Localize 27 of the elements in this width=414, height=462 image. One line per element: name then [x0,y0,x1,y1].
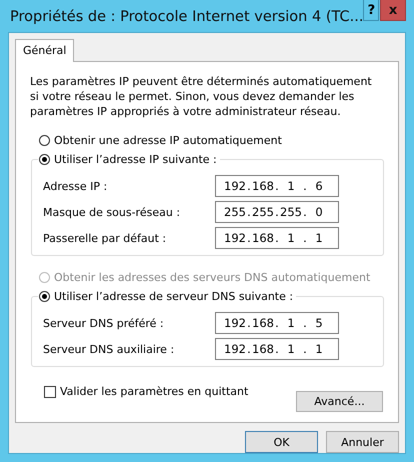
checkbox-label: Valider les paramètres en quittant [60,385,248,398]
field-label: Passerelle par défaut : [43,232,166,244]
ip-address-field[interactable]: 192.168. 1 . 1 [215,338,339,360]
advanced-button[interactable]: Avancé... [296,391,383,412]
description-text: Les paramètres IP peuvent être déterminés automatiquement si votre réseau le permet. Sinon, vous devez demander les paramètres IP appropriés à votre administrateur réseau. [30,74,373,119]
dialog-button[interactable]: Annuler [326,431,399,453]
checkbox[interactable] [44,386,56,398]
tab[interactable]: Général [15,39,74,62]
close-button[interactable]: x [380,0,406,21]
window-title: Propriétés de : Protocole Internet version 4 (TC... [10,9,364,25]
field-label: Serveur DNS préféré : [43,316,164,330]
radio-button[interactable] [39,135,50,146]
radio-label: Utiliser l’adresse de serveur DNS suivante : [54,290,294,303]
radio-label: Obtenir les adresses des serveurs DNS automatiquement [54,271,370,284]
radio-button[interactable] [39,291,50,302]
field-label: Masque de sous-réseau : [43,206,180,218]
dialog-button[interactable]: OK [245,431,318,453]
ip-address-field[interactable]: 192.168. 1 . 5 [215,312,339,334]
ip-address-field[interactable]: 192.168. 1 . 1 [215,227,339,249]
ip-address-field[interactable]: 255.255.255. 0 [215,201,339,223]
field-label: Serveur DNS auxiliaire : [43,342,174,356]
radio-button[interactable] [39,154,50,165]
radio-label: Utiliser l’adresse IP suivante : [54,153,217,166]
field-label: Adresse IP : [43,180,108,192]
ip-address-field[interactable]: 192.168. 1 . 6 [215,175,339,197]
help-button[interactable]: ? [363,0,380,21]
radio-label: Obtenir une adresse IP automatiquement [54,134,282,147]
